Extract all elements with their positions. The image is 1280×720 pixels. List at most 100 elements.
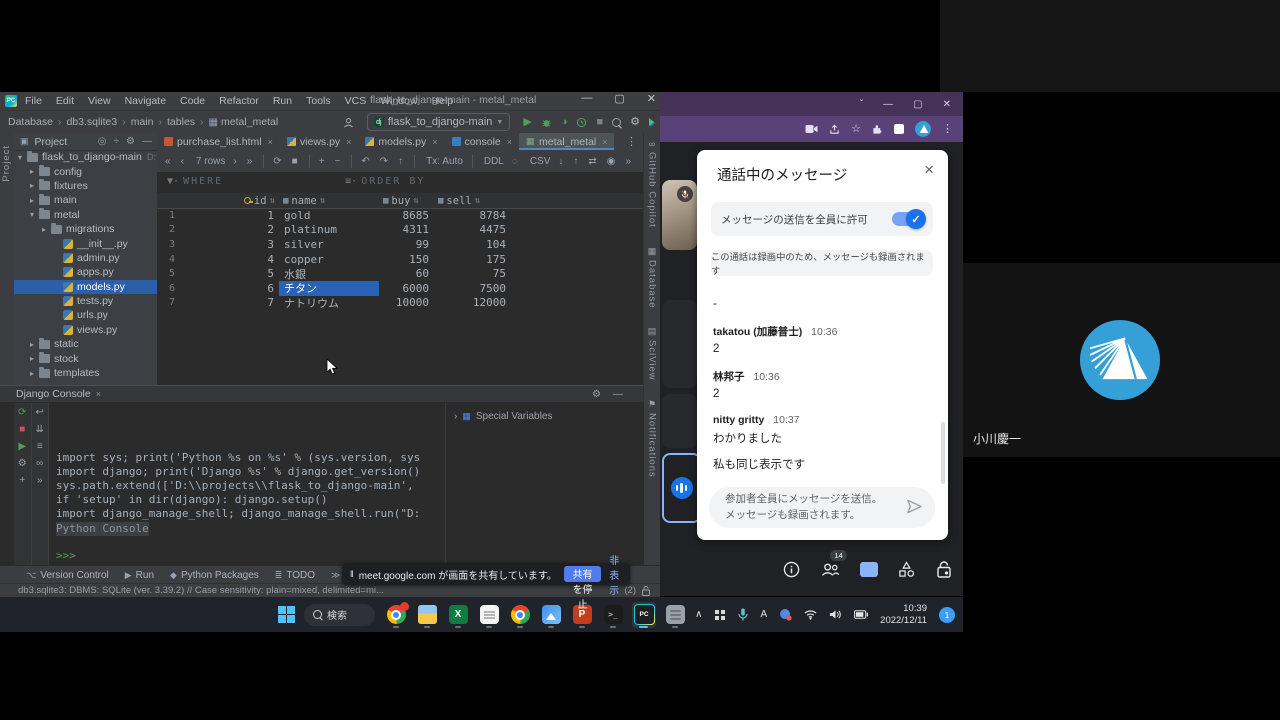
cell-name[interactable]: ナトリウム [279,296,379,311]
taskbar-app-button[interactable] [477,602,501,628]
tab-options-icon[interactable]: ⋮ [626,135,643,148]
tree-item[interactable]: migrations [14,222,157,236]
row-number[interactable]: 1 [157,208,180,223]
editor-tab[interactable]: views.py × [280,133,359,150]
chat-button[interactable] [860,559,878,579]
sort-arrows-icon[interactable]: ⇅ [270,196,275,206]
tray-clock[interactable]: 10:39 2022/12/11 [880,603,927,627]
table-toolbar-button[interactable]: ‹∨ [181,156,186,167]
tree-item[interactable]: models.py [14,280,157,294]
chevron-right-icon[interactable]: › [454,411,457,422]
tree-chevron-icon[interactable] [18,153,27,162]
console-option-icon[interactable]: ≡ [37,441,43,452]
cell-sell[interactable]: 104 [434,237,511,252]
tree-item[interactable]: tests.py [14,294,157,308]
cell-sell[interactable]: 75 [434,266,511,281]
breadcrumb-item[interactable]: ▦ db3.sqlite3 [66,116,130,128]
breadcrumb-item[interactable]: ▦ metal_metal [209,116,279,128]
taskbar-app-button[interactable]: X [446,602,470,628]
row-number[interactable]: 5 [157,266,180,281]
row-number[interactable]: 2 [157,223,180,238]
table-toolbar-button[interactable]: ⇄∨ [588,156,598,167]
where-filter[interactable]: ▼·WHERE [167,176,223,187]
participants-button[interactable]: 14 [821,559,840,579]
table-toolbar-button[interactable]: »∨ [626,156,634,167]
table-toolbar-button[interactable]: «∨ [165,156,173,167]
window-control-button[interactable]: ▢ [614,92,624,105]
table-toolbar-button[interactable]: ∨ [309,155,310,168]
table-toolbar-button[interactable]: CSV∨ [528,156,551,167]
toolwindow-bar-item[interactable]: ≣ TODO [275,570,315,581]
editor-tab[interactable]: console × [445,133,519,150]
tree-chevron-icon[interactable] [30,369,39,378]
menu-item[interactable]: Navigate [125,95,166,107]
toolwindow-button[interactable]: ⚑ Notifications [647,399,658,478]
mic-in-use-icon[interactable] [738,608,748,621]
row-number[interactable]: 7 [157,296,180,311]
coverage-button[interactable]: ◑ [561,117,568,128]
sort-arrows-icon[interactable]: ⇅ [413,196,418,206]
console-action-icon[interactable]: ■ [19,424,25,435]
cell-sell[interactable]: 4475 [434,223,511,238]
window-control-button[interactable]: — [581,92,592,105]
table-toolbar-button[interactable]: ■∨ [292,156,300,167]
stop-sharing-button[interactable]: 共有を停止 [564,566,601,582]
gear-icon[interactable]: ⚙ [630,117,640,128]
volume-icon[interactable] [829,609,842,620]
table-toolbar-button[interactable]: ◉∨ [607,156,618,167]
menu-item[interactable]: Edit [56,95,74,107]
project-tool-button[interactable]: ◎ [98,136,107,147]
editor-tab[interactable]: models.py × [358,133,444,150]
menu-dots-icon[interactable]: ⋮ [942,124,953,135]
menu-item[interactable]: Run [273,95,292,107]
row-number[interactable]: 6 [157,281,180,296]
table-toolbar-button[interactable]: ↶∨ [361,156,371,167]
tree-item[interactable]: metal [14,208,157,222]
run-button[interactable]: ▶ [523,117,531,128]
taskbar-app-button[interactable] [539,602,563,628]
cell-sell[interactable]: 7500 [434,281,511,296]
notification-count-badge[interactable]: 1 [939,607,955,623]
taskbar-app-button[interactable] [415,602,439,628]
debug-button[interactable] [541,117,552,128]
cell-buy[interactable]: 60 [379,266,434,281]
editor-tab[interactable]: metal_metal × [519,133,614,150]
chat-scrollbar[interactable] [941,422,945,484]
table-toolbar-button[interactable]: ◌∨ [512,156,520,167]
battery-icon[interactable] [854,610,868,619]
toolwindow-button[interactable]: ▤ SciView [647,326,658,381]
participant-video-thumbnail[interactable] [662,300,697,388]
column-header-name[interactable]: ▦ name⇅ [279,193,379,208]
active-speaker-thumbnail[interactable] [662,453,701,523]
tree-chevron-icon[interactable] [42,225,51,234]
user-icon[interactable] [343,117,354,128]
table-toolbar-button[interactable]: +∨ [319,156,327,167]
browser-window-control[interactable]: ˇ [860,99,863,110]
cell-id[interactable]: 7 [180,296,279,311]
close-icon[interactable]: × [507,137,512,147]
lock-icon[interactable] [642,586,650,596]
tree-chevron-icon[interactable] [30,181,39,190]
table-toolbar-button[interactable]: 7 rows∨ [194,156,225,167]
console-action-icon[interactable]: ▶ [18,441,26,452]
share-icon[interactable] [829,124,840,135]
console-tool-button[interactable]: ⚙ [592,389,601,400]
hide-button[interactable]: 非表示 [609,552,622,597]
close-icon[interactable]: × [924,160,934,180]
table-toolbar-button[interactable]: »∨ [247,156,255,167]
project-tool-button[interactable]: — [142,136,152,147]
participant-video-thumbnail[interactable] [662,180,697,250]
cell-id[interactable]: 3 [180,237,279,252]
cell-buy[interactable]: 8685 [379,208,434,223]
close-icon[interactable]: × [268,137,273,147]
cell-name[interactable]: gold [279,208,379,223]
ime-indicator[interactable]: A [760,609,767,620]
console-action-icon[interactable]: ⚙ [18,458,27,469]
chat-permission-toggle[interactable]: ✓ [892,212,924,226]
tree-item[interactable]: __init__.py [14,236,157,250]
close-icon[interactable]: × [432,137,437,147]
close-icon[interactable]: × [602,137,607,147]
column-header-buy[interactable]: ▦ buy⇅ [379,193,434,208]
table-toolbar-button[interactable]: −∨ [335,156,343,167]
profile-avatar[interactable] [915,121,931,137]
